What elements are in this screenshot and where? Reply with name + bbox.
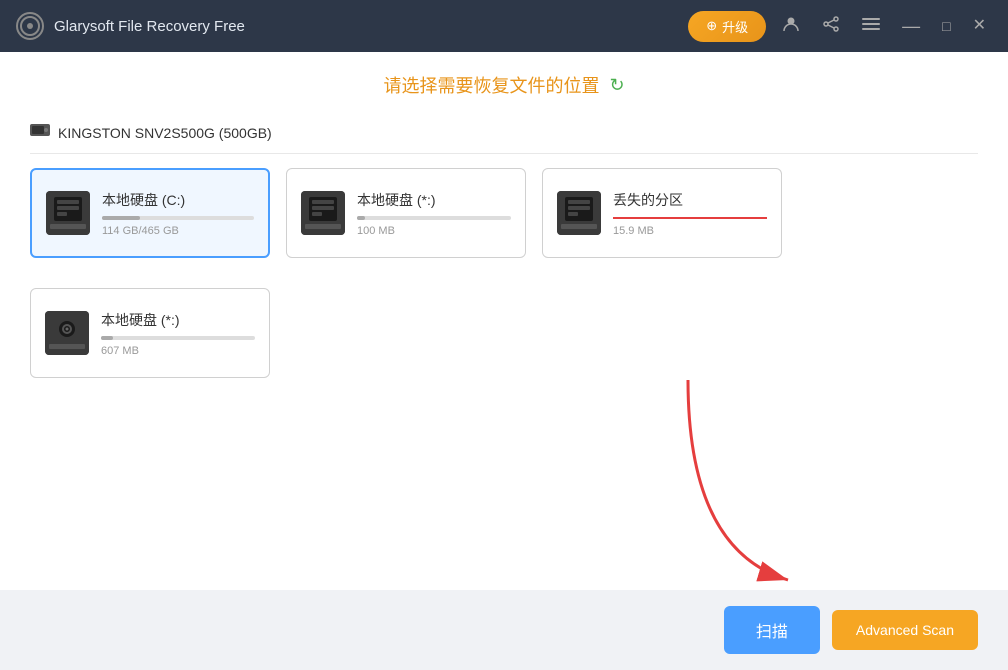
partition-size-lost: 15.9 MB: [613, 225, 767, 237]
app-logo: [16, 12, 44, 40]
partition-label-lost: 丢失的分区: [613, 190, 767, 210]
app-title: Glarysoft File Recovery Free: [54, 18, 245, 35]
page-title: 请选择需要恢复文件的位置: [383, 72, 599, 98]
partition-card-lost[interactable]: 丢失的分区 15.9 MB: [542, 168, 782, 258]
partition-card-c[interactable]: 本地硬盘 (C:) 114 GB/465 GB: [30, 168, 270, 258]
partition-fill-c: [102, 216, 140, 220]
drive-icon-lost: [557, 191, 601, 235]
partition-label-star1: 本地硬盘 (*:): [357, 190, 511, 210]
page-header: 请选择需要恢复文件的位置 ↻: [30, 72, 978, 98]
partition-label-c: 本地硬盘 (C:): [102, 190, 254, 210]
partition-info-lost: 丢失的分区 15.9 MB: [613, 190, 767, 237]
partition-card-star1[interactable]: 本地硬盘 (*:) 100 MB: [286, 168, 526, 258]
advanced-scan-button[interactable]: Advanced Scan: [832, 610, 978, 650]
upgrade-button[interactable]: ⊕ 升级: [688, 11, 766, 42]
drive-icon-star2: [45, 311, 89, 355]
maximize-button[interactable]: □: [936, 15, 956, 37]
menu-button[interactable]: [856, 11, 886, 41]
partition-grid-1: 本地硬盘 (C:) 114 GB/465 GB: [30, 168, 978, 258]
partition-card-star2[interactable]: 本地硬盘 (*:) 607 MB: [30, 288, 270, 378]
disk-icon: [30, 122, 50, 143]
minimize-button[interactable]: —: [896, 13, 926, 39]
disk-header: KINGSTON SNV2S500G (500GB): [30, 122, 978, 154]
refresh-icon[interactable]: ↻: [609, 75, 624, 96]
partition-fill-star2: [101, 336, 113, 340]
partition-info-star2: 本地硬盘 (*:) 607 MB: [101, 310, 255, 357]
partition-bar-c: [102, 216, 254, 220]
partition-bar-star1: [357, 216, 511, 220]
partition-label-star2: 本地硬盘 (*:): [101, 310, 255, 330]
title-bar: Glarysoft File Recovery Free ⊕ 升级: [0, 0, 1008, 52]
partition-info-star1: 本地硬盘 (*:) 100 MB: [357, 190, 511, 237]
partition-info-c: 本地硬盘 (C:) 114 GB/465 GB: [102, 190, 254, 237]
partition-size-c: 114 GB/465 GB: [102, 225, 254, 237]
partition-size-star2: 607 MB: [101, 345, 255, 357]
partition-size-star1: 100 MB: [357, 225, 511, 237]
partition-bar-star2: [101, 336, 255, 340]
disk-name: KINGSTON SNV2S500G (500GB): [58, 125, 272, 141]
user-button[interactable]: [776, 11, 806, 41]
scan-button[interactable]: 扫描: [724, 606, 820, 654]
title-bar-right: ⊕ 升级 — □ ✕: [688, 11, 992, 42]
drive-icon-star1: [301, 191, 345, 235]
partition-fill-star1: [357, 216, 365, 220]
lost-partition-line: [613, 217, 767, 219]
upgrade-label: 升级: [722, 17, 748, 36]
title-bar-left: Glarysoft File Recovery Free: [16, 12, 688, 40]
partition-grid-2: 本地硬盘 (*:) 607 MB: [30, 288, 978, 378]
disk-section: KINGSTON SNV2S500G (500GB) 本地硬盘: [30, 122, 978, 258]
main-content: 请选择需要恢复文件的位置 ↻ KINGSTON SNV2S500G (500GB…: [0, 52, 1008, 590]
upgrade-icon: ⊕: [706, 18, 717, 34]
close-button[interactable]: ✕: [967, 14, 992, 38]
share-button[interactable]: [816, 11, 846, 41]
bottom-footer: 扫描 Advanced Scan: [0, 590, 1008, 670]
drive-icon-c: [46, 191, 90, 235]
disk-section-2: 本地硬盘 (*:) 607 MB: [30, 288, 978, 378]
